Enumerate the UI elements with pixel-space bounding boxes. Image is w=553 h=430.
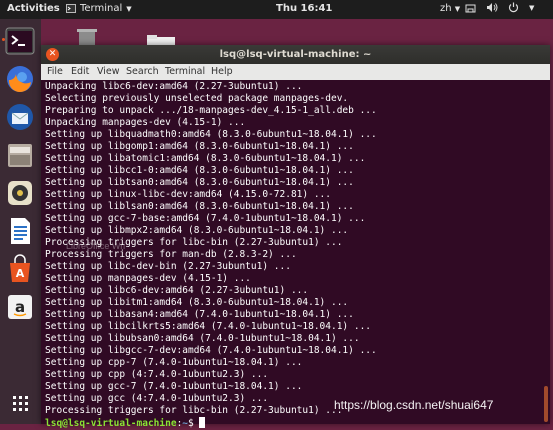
terminal-line: Setting up linux-libc-dev:amd64 (4.15.0-… bbox=[45, 189, 331, 200]
terminal-line: Unpacking manpages-dev (4.15-1) ... bbox=[45, 117, 246, 128]
terminal-line: Setting up libquadmath0:amd64 (8.3.0-6ub… bbox=[45, 129, 377, 140]
menu-terminal[interactable]: Terminal bbox=[165, 66, 205, 77]
terminal-line: Setting up liblsan0:amd64 (8.3.0-6ubuntu… bbox=[45, 201, 354, 212]
input-language[interactable]: zh ▼ bbox=[440, 3, 460, 14]
terminal-icon bbox=[5, 27, 35, 55]
files-icon bbox=[8, 144, 32, 167]
terminal-line: Setting up libubsan0:amd64 (7.4.0-1ubunt… bbox=[45, 333, 360, 344]
terminal-line: Setting up manpages-dev (4.15-1) ... bbox=[45, 273, 251, 284]
chevron-down-icon: ▼ bbox=[126, 4, 132, 13]
terminal-line: Setting up libatomic1:amd64 (8.3.0-6ubun… bbox=[45, 153, 366, 164]
terminal-line: Setting up cpp-7 (7.4.0-1ubuntu1~18.04.1… bbox=[45, 357, 303, 368]
dock-terminal[interactable] bbox=[5, 26, 35, 56]
text-cursor bbox=[199, 417, 206, 428]
dock-files[interactable] bbox=[5, 140, 35, 170]
rhythmbox-icon bbox=[8, 181, 32, 205]
window-title: lsq@lsq-virtual-machine: ~ bbox=[219, 49, 372, 60]
terminal-line: Setting up libgcc-7-dev:amd64 (7.4.0-1ub… bbox=[45, 345, 377, 356]
terminal-output[interactable]: Unpacking libc6-dev:amd64 (2.27-3ubuntu1… bbox=[45, 81, 541, 429]
dock-ubuntu-software[interactable]: A bbox=[5, 254, 35, 284]
network-icon bbox=[465, 4, 476, 13]
input-language-label: zh bbox=[440, 3, 452, 14]
dock-firefox[interactable] bbox=[5, 64, 35, 94]
menu-bar: File Edit View Search Terminal Help bbox=[41, 64, 550, 80]
software-bag-icon: A bbox=[10, 254, 30, 282]
terminal-line: Unpacking libc6-dev:amd64 (2.27-3ubuntu1… bbox=[45, 81, 303, 92]
terminal-line: Preparing to unpack .../18-manpages-dev_… bbox=[45, 105, 377, 116]
dock-thunderbird[interactable] bbox=[5, 102, 35, 132]
amazon-icon: a bbox=[8, 295, 32, 319]
dock-libreoffice-writer[interactable] bbox=[5, 216, 35, 246]
terminal-line: Setting up gcc-7-base:amd64 (7.4.0-1ubun… bbox=[45, 213, 366, 224]
menu-search[interactable]: Search bbox=[126, 66, 159, 77]
svg-text:a: a bbox=[15, 298, 25, 316]
apps-grid-icon bbox=[13, 396, 28, 411]
terminal-line: Setting up libasan4:amd64 (7.4.0-1ubuntu… bbox=[45, 309, 354, 320]
top-bar: Activities Terminal ▼ Thu 16:41 zh ▼ ▼ bbox=[0, 0, 553, 19]
terminal-line: Setting up libcilkrts5:amd64 (7.4.0-1ubu… bbox=[45, 321, 372, 332]
terminal-line: Setting up gcc-7 (7.4.0-1ubuntu1~18.04.1… bbox=[45, 381, 303, 392]
terminal-app-icon bbox=[66, 4, 76, 13]
terminal-line: Setting up libtsan0:amd64 (8.3.0-6ubuntu… bbox=[45, 177, 354, 188]
terminal-line: Setting up libcc1-0:amd64 (8.3.0-6ubuntu… bbox=[45, 165, 354, 176]
svg-text:A: A bbox=[16, 267, 25, 280]
dock-rhythmbox[interactable] bbox=[5, 178, 35, 208]
terminal-line: Setting up libc-dev-bin (2.27-3ubuntu1) … bbox=[45, 261, 291, 272]
power-icon bbox=[508, 2, 519, 13]
terminal-line: Setting up libmpx2:amd64 (8.3.0-6ubuntu1… bbox=[45, 225, 349, 236]
dock: A a bbox=[0, 19, 41, 424]
thunderbird-icon bbox=[7, 104, 33, 130]
window-titlebar[interactable]: ✕ lsq@lsq-virtual-machine: ~ bbox=[41, 45, 550, 64]
chevron-down-icon: ▼ bbox=[529, 3, 535, 12]
terminal-line: Setting up libitm1:amd64 (8.3.0-6ubuntu1… bbox=[45, 297, 349, 308]
terminal-line: Selecting previously unselected package … bbox=[45, 93, 349, 104]
dock-tooltip: LibreOffice Wri bbox=[66, 241, 126, 251]
clock[interactable]: Thu 16:41 bbox=[276, 3, 332, 14]
document-icon bbox=[11, 218, 30, 244]
menu-view[interactable]: View bbox=[97, 66, 120, 77]
dock-show-apps[interactable] bbox=[5, 388, 35, 418]
menu-file[interactable]: File bbox=[47, 66, 63, 77]
scrollbar[interactable] bbox=[541, 81, 550, 424]
chevron-down-icon: ▼ bbox=[454, 5, 461, 13]
trash-icon[interactable] bbox=[76, 28, 98, 46]
system-tray[interactable]: ▼ bbox=[465, 2, 534, 13]
menu-edit[interactable]: Edit bbox=[71, 66, 89, 77]
terminal-line: Setting up libc6-dev:amd64 (2.27-3ubuntu… bbox=[45, 285, 309, 296]
watermark: https://blog.csdn.net/shuai647 bbox=[334, 398, 494, 412]
dock-amazon[interactable]: a bbox=[5, 292, 35, 322]
activities-button[interactable]: Activities bbox=[7, 3, 60, 14]
terminal-line: Setting up libgomp1:amd64 (8.3.0-6ubuntu… bbox=[45, 141, 354, 152]
app-menu[interactable]: Terminal ▼ bbox=[66, 3, 132, 14]
firefox-icon bbox=[7, 66, 33, 93]
terminal-line: Setting up cpp (4:7.4.0-1ubuntu2.3) ... bbox=[45, 369, 269, 380]
volume-icon bbox=[487, 3, 498, 12]
menu-help[interactable]: Help bbox=[211, 66, 233, 77]
scrollbar-thumb[interactable] bbox=[544, 386, 548, 422]
app-menu-label: Terminal bbox=[80, 3, 123, 14]
terminal-window: ✕ lsq@lsq-virtual-machine: ~ File Edit V… bbox=[41, 45, 550, 429]
